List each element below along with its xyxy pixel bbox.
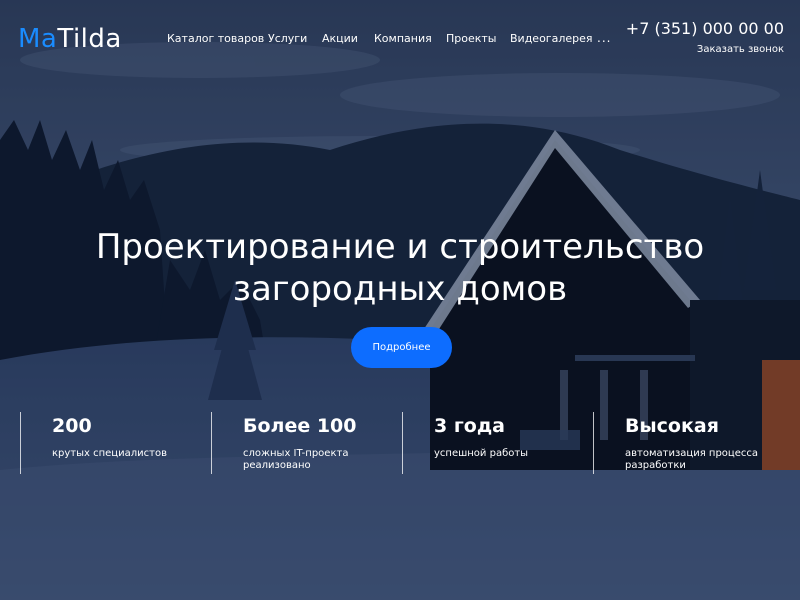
stat-item: Высокая автоматизация процесса разработк…	[593, 412, 773, 474]
nav-item-company[interactable]: Компания	[374, 31, 432, 47]
stat-divider	[211, 412, 212, 474]
phone-number[interactable]: +7 (351) 000 00 00	[626, 19, 784, 39]
stat-label: крутых специалистов	[52, 448, 167, 459]
details-button[interactable]: Подробнее	[351, 327, 452, 368]
stat-value: Более 100	[243, 415, 357, 437]
stat-label: автоматизация процесса разработки	[625, 448, 758, 471]
callback-link[interactable]: Заказать звонок	[697, 43, 784, 57]
stat-label: успешной работы	[434, 448, 529, 459]
nav-item-video-gallery[interactable]: Видеогалерея	[510, 31, 592, 47]
stat-value: Высокая	[625, 415, 719, 437]
logo[interactable]: MaTilda	[18, 24, 122, 54]
stat-divider	[402, 412, 403, 474]
stat-item: 3 года успешной работы	[402, 412, 582, 474]
stat-item: Более 100 сложных IT-проекта реализовано	[211, 412, 391, 474]
stat-label: сложных IT-проекта реализовано	[243, 448, 349, 471]
stat-item: 200 крутых специалистов	[20, 412, 200, 474]
site-header: MaTilda Каталог товаров Услуги Акции Ком…	[0, 0, 800, 70]
stat-value: 200	[52, 415, 92, 437]
nav-item-services[interactable]: Услуги	[268, 31, 307, 47]
hero-title-line-2: загородных домов	[232, 269, 568, 309]
hero-title: Проектирование и строительство загородны…	[0, 226, 800, 310]
stat-divider	[20, 412, 21, 474]
nav-item-projects[interactable]: Проекты	[446, 31, 497, 47]
nav-item-catalog[interactable]: Каталог товаров	[167, 31, 264, 47]
stat-divider	[593, 412, 594, 474]
logo-text: Tilda	[57, 24, 122, 54]
nav-more-button[interactable]: ...	[597, 30, 611, 46]
nav-item-promotions[interactable]: Акции	[322, 31, 358, 47]
stat-value: 3 года	[434, 415, 505, 437]
hero-title-line-1: Проектирование и строительство	[95, 227, 705, 267]
logo-accent-text: Ma	[18, 24, 58, 54]
